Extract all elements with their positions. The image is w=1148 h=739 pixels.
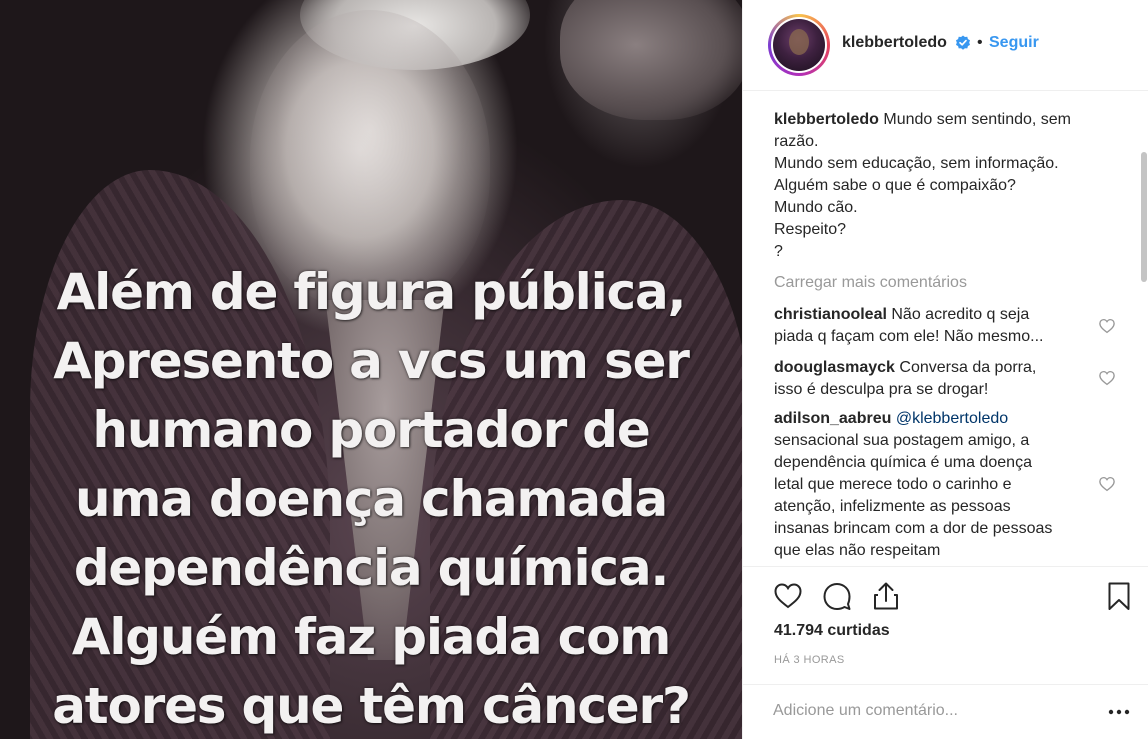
comment-item: doouglasmayck Conversa da porra, isso é … [774,357,1074,401]
comment-text: atenção, infelizmente as pessoas [774,498,1011,515]
caption-line: razão. [774,133,819,150]
add-comment-input[interactable] [773,702,1073,720]
comment-text: piada q façam com ele! Não mesmo... [774,328,1044,345]
post-header: klebbertoledo • Seguir [743,0,1148,91]
overlay-line: dependência química. [73,539,670,597]
more-options-icon[interactable] [1107,703,1131,721]
comment-text: que elas não respeitam [774,542,941,559]
follow-button[interactable]: Seguir [989,34,1039,52]
overlay-line: atores que têm câncer? [52,677,691,735]
caption-line: Mundo cão. [774,199,858,216]
comment-text: letal que merece todo o carinho e [774,476,1012,493]
avatar-frame [771,17,827,73]
comment-like-heart-icon[interactable] [1098,317,1116,335]
comment-like-heart-icon[interactable] [1098,369,1116,387]
image-overlay-text: Além de figura pública, Apresento a vcs … [0,258,742,739]
comment-text: isso é desculpa pra se drogar! [774,381,989,398]
story-ring[interactable] [768,14,830,76]
comment-text: Não acredito q seja [891,306,1030,323]
header-separator: • [977,34,983,51]
comments-list[interactable]: klebbertoledo Mundo sem sentindo, sem ra… [743,92,1141,566]
post-timestamp[interactable]: HÁ 3 HORAS [774,654,845,666]
hand [560,0,742,120]
comment-icon[interactable] [821,580,853,612]
post-caption: klebbertoledo Mundo sem sentindo, sem ra… [774,109,1104,263]
comment-item: adilson_aabreu @klebbertoledo sensaciona… [774,408,1074,562]
caption-line: Mundo sem educação, sem informação. [774,155,1059,172]
comment-username[interactable]: doouglasmayck [774,359,895,376]
comment-text: sensacional sua postagem amigo, a [774,432,1030,449]
comment-text: Conversa da porra, [899,359,1037,376]
comments-scrollbar[interactable] [1140,92,1148,566]
verified-badge-icon [956,35,970,50]
caption-username[interactable]: klebbertoledo [774,111,879,128]
add-comment-bar [743,684,1148,739]
bookmark-icon[interactable] [1103,580,1135,612]
scrollbar-thumb[interactable] [1141,152,1147,282]
overlay-line: uma doença chamada [74,470,668,528]
post-image[interactable]: Além de figura pública, Apresento a vcs … [0,0,742,739]
comment-text: insanas brincam com a dor de pessoas [774,520,1053,537]
load-more-comments-link[interactable]: Carregar mais comentários [774,274,967,292]
post-side-panel: klebbertoledo • Seguir klebbertoledo Mun… [742,0,1148,739]
heart-icon[interactable] [772,580,804,612]
comment-like-heart-icon[interactable] [1098,475,1116,493]
caption-text: Mundo sem sentindo, sem [883,111,1072,128]
overlay-line: Além de figura pública, [56,263,687,321]
post-actions-bar [743,566,1148,626]
comment-mention-link[interactable]: @klebbertoledo [896,410,1008,427]
share-icon[interactable] [870,580,902,612]
caption-line: ? [774,243,783,260]
overlay-line: Alguém faz piada com [71,608,672,666]
caption-line: Alguém sabe o que é compaixão? [774,177,1016,194]
overlay-line: humano portador de [92,401,650,459]
header-username[interactable]: klebbertoledo [842,34,947,52]
comment-username[interactable]: christianooleal [774,306,887,323]
comment-item: christianooleal Não acredito q seja piad… [774,304,1074,348]
comment-username[interactable]: adilson_aabreu [774,410,891,427]
avatar[interactable] [773,19,825,71]
comment-text: dependência química é uma doença [774,454,1032,471]
likes-count[interactable]: 41.794 curtidas [774,622,890,640]
overlay-line: Apresento a vcs um ser [53,332,690,390]
caption-line: Respeito? [774,221,847,238]
